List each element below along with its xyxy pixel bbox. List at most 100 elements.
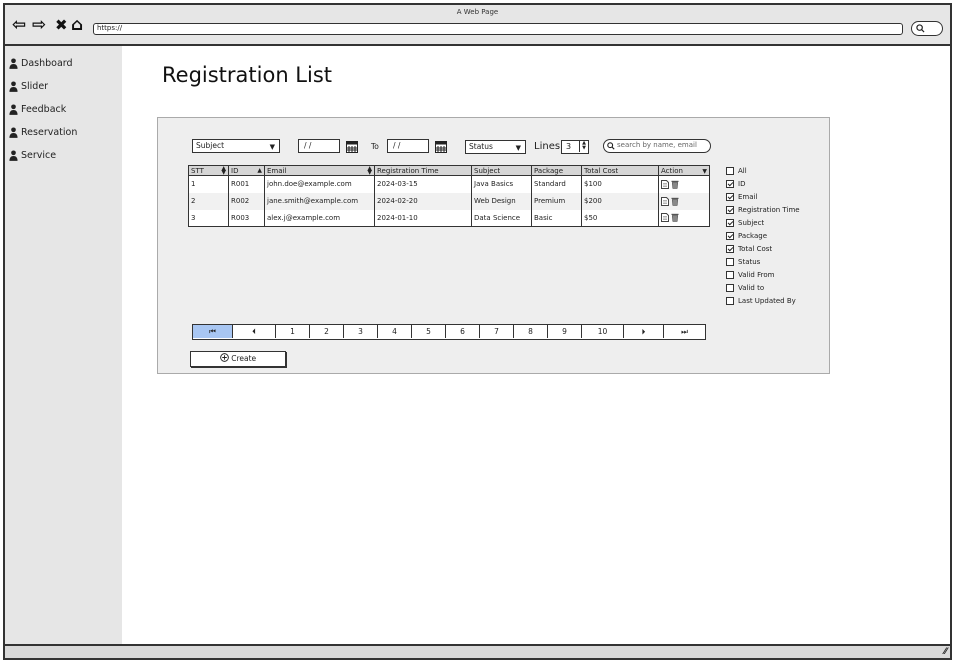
back-icon[interactable]: ⇦ — [12, 16, 26, 34]
page-button-10[interactable]: 10 — [582, 325, 624, 338]
url-input[interactable]: https:// — [93, 23, 903, 35]
header-label: ID — [231, 166, 239, 175]
cell-total-cost: $200 — [581, 192, 659, 210]
page-button-5[interactable]: 5 — [412, 325, 446, 338]
column-header-email[interactable]: Email ▲ ▼ — [264, 165, 375, 176]
sidebar-item-feedback[interactable]: Feedback — [9, 102, 66, 116]
sidebar-item-label: Reservation — [21, 126, 78, 138]
lines-stepper[interactable]: 3 ▲ ▼ — [561, 140, 589, 154]
forward-icon[interactable]: ⇨ — [32, 16, 46, 34]
column-header-action[interactable]: Action ▼ — [658, 165, 710, 176]
cell-total-cost: $50 — [581, 209, 659, 227]
date-from-input[interactable]: / / — [298, 139, 340, 153]
browser-search-button[interactable] — [911, 21, 943, 36]
cell-subject: Data Science — [471, 209, 532, 227]
page-button-7[interactable]: 7 — [480, 325, 514, 338]
column-header-total-cost[interactable]: Total Cost — [581, 165, 659, 176]
sidebar: Dashboard Slider Feedback Reservation Se… — [5, 46, 122, 644]
column-toggle-id[interactable]: ID — [726, 177, 800, 190]
sidebar-item-reservation[interactable]: Reservation — [9, 125, 77, 139]
trash-icon[interactable] — [671, 213, 679, 222]
checkbox[interactable] — [726, 257, 734, 266]
column-toggle-package[interactable]: Package — [726, 229, 800, 242]
checkbox[interactable] — [726, 296, 734, 305]
calendar-icon[interactable] — [435, 140, 447, 153]
next-page-button[interactable]: ⏵ — [624, 325, 664, 338]
column-toggle-all[interactable]: All — [726, 164, 800, 177]
checkbox[interactable] — [726, 218, 734, 227]
trash-icon[interactable] — [671, 180, 679, 189]
column-toggle-status[interactable]: Status — [726, 255, 800, 268]
first-page-button[interactable]: ⏮ — [193, 325, 233, 338]
home-icon[interactable]: ⌂ — [71, 16, 83, 34]
page-button-2[interactable]: 2 — [310, 325, 344, 338]
column-toggle-label: Valid to — [738, 283, 765, 292]
checkbox[interactable] — [726, 192, 734, 201]
column-toggle-label: Last Updated By — [738, 296, 796, 305]
header-label: Total Cost — [584, 166, 619, 175]
page-button-8[interactable]: 8 — [514, 325, 548, 338]
cell-subject: Java Basics — [471, 175, 532, 193]
status-select[interactable]: Status ▼ — [465, 140, 526, 154]
registration-panel: Subject ▼ / / To / / Status ▼ Lines 3 ▲ ▼… — [157, 117, 830, 374]
column-header-id[interactable]: ID ▲ — [228, 165, 265, 176]
last-page-button[interactable]: ⏭ — [664, 325, 705, 338]
cell-email: alex.j@example.com — [264, 209, 375, 227]
sort-asc-icon[interactable]: ▲ — [257, 168, 262, 174]
page-button-9[interactable]: 9 — [548, 325, 582, 338]
chevron-down-icon[interactable]: ▼ — [702, 169, 707, 175]
cell-action — [658, 209, 710, 227]
document-icon[interactable] — [661, 213, 669, 223]
checkbox[interactable] — [726, 166, 734, 175]
subject-select[interactable]: Subject ▼ — [192, 139, 280, 153]
person-icon — [9, 126, 18, 138]
sidebar-item-slider[interactable]: Slider — [9, 79, 48, 93]
sort-icon[interactable]: ▲ ▼ — [367, 166, 372, 176]
column-header-stt[interactable]: STT ▲ ▼ — [188, 165, 229, 176]
checkbox[interactable] — [726, 244, 734, 253]
column-header-package[interactable]: Package — [531, 165, 582, 176]
page-button-3[interactable]: 3 — [344, 325, 378, 338]
checkbox[interactable] — [726, 231, 734, 240]
sidebar-item-service[interactable]: Service — [9, 148, 56, 162]
column-toggle-valid-to[interactable]: Valid to — [726, 281, 800, 294]
cell-stt: 3 — [188, 209, 229, 227]
cell-id: R003 — [228, 209, 265, 227]
sort-icon[interactable]: ▲ ▼ — [221, 166, 226, 176]
prev-page-button[interactable]: ⏴ — [233, 325, 276, 338]
header-label: Registration Time — [377, 166, 439, 175]
cell-registration-time: 2024-01-10 — [374, 209, 472, 227]
cell-stt: 2 — [188, 192, 229, 210]
page-button-1[interactable]: 1 — [276, 325, 310, 338]
checkbox[interactable] — [726, 270, 734, 279]
document-icon[interactable] — [661, 179, 669, 189]
column-toggle-subject[interactable]: Subject — [726, 216, 800, 229]
column-toggle-total-cost[interactable]: Total Cost — [726, 242, 800, 255]
column-toggle-label: Registration Time — [738, 205, 800, 214]
column-header-registration-time[interactable]: Registration Time — [374, 165, 472, 176]
document-icon[interactable] — [661, 196, 669, 206]
sidebar-item-dashboard[interactable]: Dashboard — [9, 56, 73, 70]
cell-package: Basic — [531, 209, 582, 227]
column-toggle-valid-from[interactable]: Valid From — [726, 268, 800, 281]
page-button-6[interactable]: 6 — [446, 325, 480, 338]
checkbox[interactable] — [726, 283, 734, 292]
page-button-4[interactable]: 4 — [378, 325, 412, 338]
create-button[interactable]: Create — [190, 351, 286, 367]
trash-icon[interactable] — [671, 197, 679, 206]
column-toggle-last-updated-by[interactable]: Last Updated By — [726, 294, 800, 307]
close-icon[interactable]: ✖ — [55, 16, 68, 34]
column-header-subject[interactable]: Subject — [471, 165, 532, 176]
resize-grip-icon[interactable]: ⁄⁄ — [944, 647, 947, 657]
cell-subject: Web Design — [471, 192, 532, 210]
column-toggle-email[interactable]: Email — [726, 190, 800, 203]
checkbox[interactable] — [726, 179, 734, 188]
column-toggle-registration-time[interactable]: Registration Time — [726, 203, 800, 216]
search-input[interactable]: search by name, email — [603, 139, 711, 153]
checkbox[interactable] — [726, 205, 734, 214]
stepper-arrows-icon[interactable]: ▲ ▼ — [579, 141, 588, 152]
calendar-icon[interactable] — [346, 140, 358, 153]
search-icon — [607, 142, 615, 150]
cell-action — [658, 192, 710, 210]
date-to-input[interactable]: / / — [387, 139, 429, 153]
